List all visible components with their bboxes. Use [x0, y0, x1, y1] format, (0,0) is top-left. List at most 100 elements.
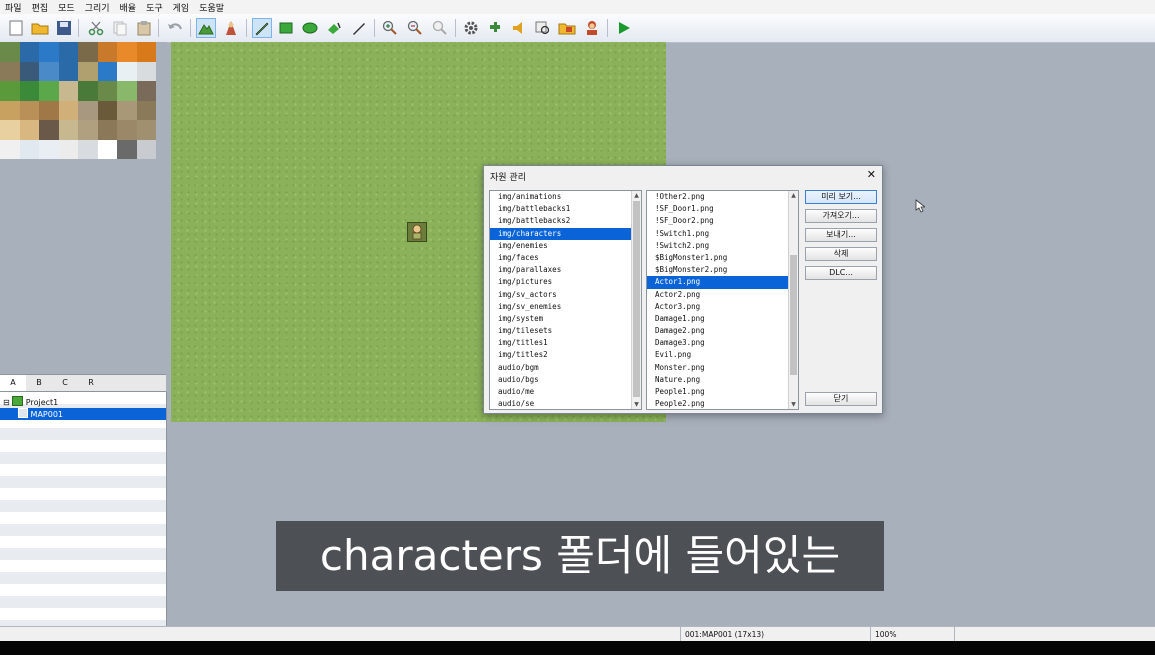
file-item[interactable]: Actor2.png [647, 289, 798, 301]
file-item[interactable]: !Switch2.png [647, 240, 798, 252]
folder-item[interactable]: img/parallaxes [490, 264, 641, 276]
character-generator-icon[interactable] [582, 18, 602, 38]
new-project-icon[interactable] [6, 18, 26, 38]
file-scrollbar[interactable]: ▲ ▼ [788, 191, 798, 409]
event-searcher-icon[interactable] [533, 18, 553, 38]
event-mode-icon[interactable] [221, 18, 241, 38]
playtest-icon[interactable] [614, 18, 634, 38]
file-item[interactable]: Damage3.png [647, 337, 798, 349]
plugin-manager-icon[interactable] [485, 18, 505, 38]
delete-button[interactable]: 삭제 [805, 247, 877, 261]
file-list[interactable]: !Other2.png !SF_Door1.png !SF_Door2.png !Sw… [646, 190, 799, 410]
preview-button[interactable]: 미리 보기... [805, 190, 877, 204]
folder-item[interactable]: img/sv_actors [490, 289, 641, 301]
folder-item[interactable]: img/faces [490, 252, 641, 264]
folder-item[interactable]: img/pictures [490, 276, 641, 288]
tile[interactable] [58, 100, 78, 120]
open-project-icon[interactable] [30, 18, 50, 38]
tile[interactable] [39, 81, 59, 101]
tile[interactable] [78, 81, 98, 101]
tile[interactable] [19, 100, 39, 120]
sound-test-icon[interactable] [509, 18, 529, 38]
file-item[interactable]: $BigMonster1.png [647, 252, 798, 264]
folder-scroll-thumb[interactable] [633, 201, 640, 397]
scroll-down-icon[interactable]: ▼ [632, 400, 641, 409]
tile[interactable] [136, 100, 156, 120]
tile[interactable] [58, 120, 78, 140]
zoom-in-icon[interactable] [380, 18, 400, 38]
folder-item[interactable]: img/characters [490, 227, 641, 240]
tile[interactable] [136, 42, 156, 62]
menu-mode[interactable]: 모드 [53, 1, 80, 14]
tab-r[interactable]: R [78, 375, 104, 391]
tile[interactable] [19, 81, 39, 101]
tile[interactable] [58, 42, 78, 62]
tile[interactable] [97, 100, 117, 120]
folder-item[interactable]: img/enemies [490, 240, 641, 252]
menu-tools[interactable]: 도구 [141, 1, 168, 14]
menu-scale[interactable]: 배율 [115, 1, 142, 14]
tile[interactable] [0, 120, 20, 140]
tab-b[interactable]: B [26, 375, 52, 391]
close-button[interactable]: 닫기 [805, 392, 877, 406]
tile[interactable] [97, 120, 117, 140]
tile[interactable] [117, 42, 137, 62]
tile[interactable] [136, 81, 156, 101]
scroll-up-icon[interactable]: ▲ [789, 191, 798, 200]
tile[interactable] [19, 61, 39, 81]
collapse-icon[interactable]: ⊟ [3, 398, 10, 407]
tile[interactable] [78, 139, 98, 159]
file-item[interactable]: $BigMonster2.png [647, 264, 798, 276]
file-item[interactable]: Monster.png [647, 362, 798, 374]
tileset-palette[interactable] [0, 42, 156, 159]
tile[interactable] [97, 61, 117, 81]
copy-icon[interactable] [110, 18, 130, 38]
file-item[interactable]: !SF_Door1.png [647, 203, 798, 215]
paste-icon[interactable] [134, 18, 154, 38]
file-item[interactable]: People1.png [647, 386, 798, 398]
tile[interactable] [39, 61, 59, 81]
tile[interactable] [0, 139, 20, 159]
folder-item[interactable]: audio/bgm [490, 362, 641, 374]
tree-item-map001[interactable]: MAP001 [0, 408, 166, 420]
tile[interactable] [58, 139, 78, 159]
shadow-pen-icon[interactable] [349, 18, 369, 38]
tile[interactable] [136, 61, 156, 81]
tile[interactable] [39, 100, 59, 120]
tile[interactable] [78, 120, 98, 140]
folder-item[interactable]: img/tilesets [490, 325, 641, 337]
event-character[interactable] [407, 222, 427, 242]
tile[interactable] [78, 42, 98, 62]
fill-icon[interactable] [324, 18, 344, 38]
tile[interactable] [117, 120, 137, 140]
folder-item[interactable]: img/animations [490, 191, 641, 203]
export-button[interactable]: 보내기... [805, 228, 877, 242]
folder-item[interactable]: img/battlebacks2 [490, 215, 641, 227]
file-item[interactable]: Actor3.png [647, 301, 798, 313]
folder-item[interactable]: img/battlebacks1 [490, 203, 641, 215]
save-project-icon[interactable] [54, 18, 74, 38]
ellipse-icon[interactable] [300, 18, 320, 38]
scroll-up-icon[interactable]: ▲ [632, 191, 641, 200]
file-item[interactable]: Nature.png [647, 374, 798, 386]
tile[interactable] [58, 81, 78, 101]
tile[interactable] [78, 100, 98, 120]
folder-list[interactable]: img/animations img/battlebacks1 img/battle… [489, 190, 642, 410]
import-button[interactable]: 가져오기... [805, 209, 877, 223]
menu-file[interactable]: 파일 [0, 1, 27, 14]
file-item[interactable]: Actor1.png [647, 276, 798, 289]
close-icon[interactable]: ✕ [867, 168, 876, 181]
tree-item-project[interactable]: ⊟ Project1 [0, 396, 166, 408]
zoom-actual-icon[interactable] [430, 18, 450, 38]
tile[interactable] [136, 120, 156, 140]
folder-item[interactable]: audio/me [490, 386, 641, 398]
tile[interactable] [117, 139, 137, 159]
folder-item[interactable]: img/sv_enemies [490, 301, 641, 313]
tile[interactable] [19, 120, 39, 140]
tile[interactable] [0, 81, 20, 101]
file-item[interactable]: !Switch1.png [647, 228, 798, 240]
tile[interactable] [58, 61, 78, 81]
undo-icon[interactable] [165, 18, 185, 38]
pencil-icon[interactable] [252, 18, 272, 38]
folder-item[interactable]: img/titles2 [490, 349, 641, 361]
